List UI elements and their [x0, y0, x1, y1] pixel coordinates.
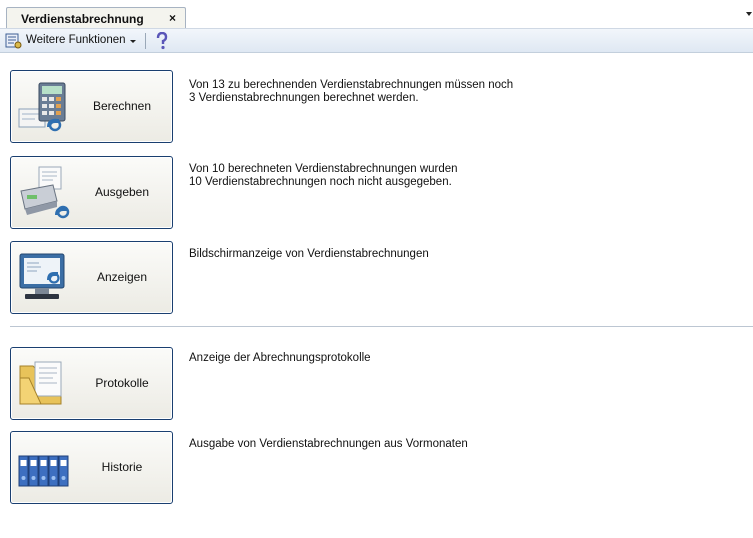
berechnen-button[interactable]: Berechnen	[10, 70, 173, 143]
historie-label: Historie	[101, 460, 143, 474]
ausgeben-label: Ausgeben	[94, 185, 150, 199]
historie-description: Ausgabe von Verdienstabrechnungen aus Vo…	[189, 438, 468, 450]
protokolle-label: Protokolle	[95, 376, 149, 390]
tab-title: Verdienstabrechnung	[21, 12, 144, 26]
berechnen-description: Von 13 zu berechnenden Verdienstabrechnu…	[189, 79, 514, 104]
protokolle-button[interactable]: Protokolle	[10, 347, 173, 420]
anzeigen-label: Anzeigen	[96, 270, 148, 284]
toolbar-separator	[145, 33, 146, 49]
calculator-icon	[18, 82, 66, 132]
more-functions-label: Weitere Funktionen	[26, 34, 126, 46]
historie-button[interactable]: Historie	[10, 431, 173, 504]
folder-document-icon	[19, 361, 62, 405]
binders-icon	[18, 455, 69, 487]
anzeigen-button[interactable]: Anzeigen	[10, 241, 173, 314]
printer-icon	[20, 166, 70, 219]
help-icon[interactable]	[156, 32, 168, 50]
section-divider	[10, 326, 753, 327]
tab-overflow-icon[interactable]	[746, 12, 752, 16]
protokolle-description: Anzeige der Abrechnungsprotokolle	[189, 352, 371, 364]
functions-icon	[5, 33, 22, 49]
anzeigen-description: Bildschirmanzeige von Verdienstabrechnun…	[189, 248, 429, 260]
document-tabstrip: Verdienstabrechnung ×	[0, 0, 753, 29]
toolbar: Weitere Funktionen	[0, 29, 753, 53]
main-content: Berechnen Von 13 zu berechnenden Verdien…	[0, 53, 753, 538]
monitor-icon	[19, 253, 65, 299]
ausgeben-description: Von 10 berechneten Verdienstabrechnungen…	[189, 163, 458, 188]
ausgeben-button[interactable]: Ausgeben	[10, 156, 173, 229]
tab-verdienstabrechnung[interactable]: Verdienstabrechnung ×	[6, 7, 186, 29]
chevron-down-icon	[130, 40, 136, 43]
berechnen-label: Berechnen	[92, 99, 152, 113]
tab-close-icon[interactable]: ×	[169, 11, 176, 25]
